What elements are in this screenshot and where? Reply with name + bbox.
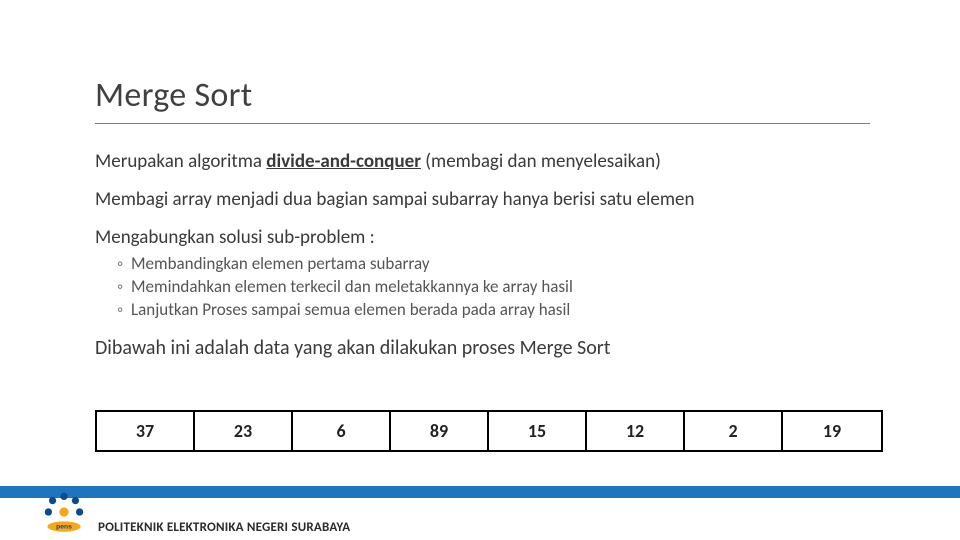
- para1-prefix: Merupakan algoritma: [95, 150, 266, 173]
- footer-text: POLITEKNIK ELEKTRONIKA NEGERI SURABAYA: [98, 520, 350, 535]
- sub-item-1: ◦Memindahkan elemen terkecil dan meletak…: [117, 276, 885, 299]
- sub-item-2: ◦Lanjutkan Proses sampai semua elemen be…: [117, 299, 885, 322]
- sub-list: ◦Membandingkan elemen pertama subarray ◦…: [117, 253, 885, 322]
- array-cell: 6: [293, 412, 391, 450]
- para1-bold: divide-and-conquer: [266, 150, 421, 173]
- paragraph-4: Dibawah ini adalah data yang akan dilaku…: [95, 336, 885, 361]
- slide-body: Merupakan algoritma divide-and-conquer (…: [95, 150, 885, 375]
- pens-logo-icon: pens: [38, 486, 90, 538]
- array-row: 37 23 6 89 15 12 2 19: [95, 410, 883, 452]
- array-cell: 12: [587, 412, 685, 450]
- slide-title: Merge Sort: [95, 75, 253, 116]
- bullet-icon: ◦: [117, 299, 131, 322]
- bullet-icon: ◦: [117, 253, 131, 276]
- array-cell: 19: [783, 412, 881, 450]
- array-cell: 23: [195, 412, 293, 450]
- sub-item-text: Lanjutkan Proses sampai semua elemen ber…: [131, 299, 570, 320]
- sub-item-text: Memindahkan elemen terkecil dan meletakk…: [131, 276, 573, 297]
- paragraph-3: Mengabungkan solusi sub-problem :: [95, 226, 885, 250]
- bullet-icon: ◦: [117, 276, 131, 299]
- paragraph-1: Merupakan algoritma divide-and-conquer (…: [95, 150, 885, 174]
- title-underline: [95, 123, 870, 124]
- para1-suffix: (membagi dan menyelesaikan): [421, 150, 661, 173]
- paragraph-2: Membagi array menjadi dua bagian sampai …: [95, 188, 885, 212]
- array-cell: 37: [97, 412, 195, 450]
- array-cell: 15: [489, 412, 587, 450]
- slide: Merge Sort Merupakan algoritma divide-an…: [0, 0, 960, 540]
- array-cell: 89: [391, 412, 489, 450]
- svg-text:pens: pens: [56, 524, 72, 531]
- sub-item-text: Membandingkan elemen pertama subarray: [131, 253, 430, 274]
- array-cell: 2: [685, 412, 783, 450]
- sub-item-0: ◦Membandingkan elemen pertama subarray: [117, 253, 885, 276]
